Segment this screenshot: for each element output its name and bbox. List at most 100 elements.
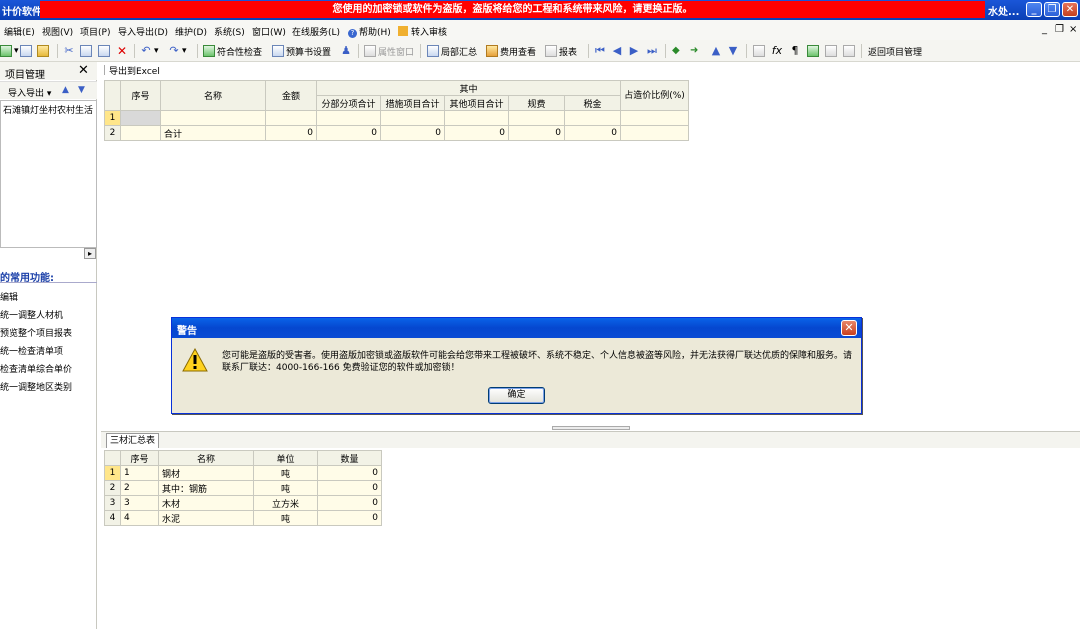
menu-import-export[interactable]: 导入导出(D) [118, 25, 168, 38]
move-down-button[interactable]: ▼ [727, 43, 741, 59]
undo-button[interactable]: ↶ ▾ [140, 43, 158, 59]
calculator-button[interactable] [753, 43, 767, 59]
header-amount[interactable]: 金额 [265, 80, 317, 111]
return-project-mgmt-button[interactable]: 返回项目管理 [868, 43, 922, 59]
cell-name[interactable]: 钢材 [158, 465, 254, 481]
paragraph-button[interactable]: ¶ [789, 43, 803, 59]
header-seq[interactable]: 序号 [120, 450, 159, 466]
cell-measures[interactable] [380, 110, 445, 126]
func-check-unit-price[interactable]: 检查清单综合单价 [0, 362, 72, 375]
cell-seq[interactable]: 3 [120, 495, 159, 511]
table-row[interactable]: 2 2 其中：钢筋 吨 0 [104, 480, 382, 496]
header-seq[interactable]: 序号 [120, 80, 161, 111]
minimize-button[interactable]: _ [1026, 2, 1042, 17]
header-unit[interactable]: 单位 [253, 450, 318, 466]
formula-button[interactable]: fx [771, 43, 785, 59]
mdi-minimize-button[interactable]: _ [1042, 24, 1047, 35]
redo-button[interactable]: ↷ ▾ [168, 43, 186, 59]
header-measures[interactable]: 措施项目合计 [380, 95, 445, 111]
import-export-dropdown[interactable]: 导入导出 ▾ [0, 86, 51, 99]
move-up-icon[interactable]: ▲ [62, 85, 69, 95]
mdi-restore-button[interactable]: ❐ [1055, 24, 1064, 35]
cell-seq[interactable]: 1 [120, 465, 159, 481]
cell-sub-items[interactable] [316, 110, 381, 126]
menu-view[interactable]: 视图(V) [42, 25, 73, 38]
cell-name[interactable]: 合计 [160, 125, 266, 141]
table-row[interactable]: 3 3 木材 立方米 0 [104, 495, 382, 511]
cell-other-items[interactable]: 0 [444, 125, 509, 141]
table-row[interactable]: 4 4 水泥 吨 0 [104, 510, 382, 526]
cell-unit[interactable]: 吨 [253, 465, 318, 481]
cell-fees[interactable] [508, 110, 565, 126]
cell-seq[interactable]: 4 [120, 510, 159, 526]
book-button[interactable] [807, 43, 821, 59]
header-other-items[interactable]: 其他项目合计 [444, 95, 509, 111]
cell-seq[interactable] [120, 110, 161, 126]
tab-materials-summary[interactable]: 三材汇总表 [106, 433, 160, 448]
pane-splitter[interactable] [552, 426, 630, 430]
cell-seq[interactable] [120, 125, 161, 141]
header-fees[interactable]: 规费 [508, 95, 565, 111]
restore-button[interactable]: ❐ [1044, 2, 1060, 17]
open-button[interactable] [37, 43, 51, 59]
move-left-button[interactable]: ◆ [672, 43, 686, 59]
delete-button[interactable]: ✕ [116, 43, 130, 59]
budget-settings-button[interactable]: 预算书设置 [272, 43, 331, 59]
paste-button[interactable] [98, 43, 112, 59]
menu-system[interactable]: 系统(S) [214, 25, 245, 38]
cell-tax[interactable] [564, 110, 621, 126]
list-button[interactable] [843, 43, 857, 59]
property-window-button[interactable]: 属性窗口 [364, 43, 414, 59]
header-qty[interactable]: 数量 [317, 450, 382, 466]
last-button[interactable]: ⏭ [646, 43, 660, 59]
menu-online-service[interactable]: 在线服务(L) [292, 25, 340, 38]
cell-qty[interactable]: 0 [317, 495, 382, 511]
compliance-check-button[interactable]: 符合性检查 [203, 43, 262, 59]
table-row[interactable]: 1 [104, 110, 689, 126]
cell-amount[interactable] [265, 110, 317, 126]
header-ratio[interactable]: 占造价比例(%) [620, 80, 689, 111]
menu-project[interactable]: 项目(P) [80, 25, 110, 38]
cell-unit[interactable]: 立方米 [253, 495, 318, 511]
cell-name[interactable]: 其中：钢筋 [158, 480, 254, 496]
dialog-close-button[interactable]: ✕ [841, 320, 857, 336]
cell-ratio[interactable] [620, 110, 689, 126]
report-button[interactable]: 报表 [545, 43, 577, 59]
save-button[interactable] [20, 43, 34, 59]
cell-measures[interactable]: 0 [380, 125, 445, 141]
cell-name[interactable] [160, 110, 266, 126]
cell-ratio[interactable] [620, 125, 689, 141]
func-adjust-region[interactable]: 统一调整地区类别 [0, 380, 72, 393]
move-right-button[interactable]: ➜ [690, 43, 704, 59]
menu-window[interactable]: 窗口(W) [252, 25, 286, 38]
cell-name[interactable]: 水泥 [158, 510, 254, 526]
func-check-list-items[interactable]: 统一检查清单项 [0, 344, 63, 357]
close-window-button[interactable]: ✕ [1062, 2, 1078, 17]
menu-help[interactable]: ? 帮助(H) [348, 25, 391, 38]
ok-button[interactable]: 确定 [488, 387, 545, 404]
menu-audit[interactable]: 转入审核 [398, 25, 447, 38]
cell-sub-items[interactable]: 0 [316, 125, 381, 141]
header-name[interactable]: 名称 [158, 450, 254, 466]
cell-other-items[interactable] [444, 110, 509, 126]
header-name[interactable]: 名称 [160, 80, 266, 111]
scroll-right-button[interactable]: ▸ [84, 248, 96, 259]
prev-button[interactable]: ◀ [611, 43, 625, 59]
fee-view-button[interactable]: 费用查看 [486, 43, 536, 59]
tree-node-project[interactable]: 石滩镇灯坐村农村生活 [3, 103, 93, 116]
func-preview-reports[interactable]: 预览整个项目报表 [0, 326, 72, 339]
cell-tax[interactable]: 0 [564, 125, 621, 141]
cell-name[interactable]: 木材 [158, 495, 254, 511]
computer-button[interactable] [825, 43, 839, 59]
mdi-close-button[interactable]: × [1069, 24, 1077, 35]
menu-edit[interactable]: 编辑(E) [4, 25, 35, 38]
refresh-button[interactable]: ▾ [0, 43, 19, 59]
first-button[interactable]: ⏮ [594, 43, 608, 59]
menu-maintain[interactable]: 维护(D) [175, 25, 207, 38]
move-up-button[interactable]: ▲ [710, 43, 724, 59]
table-row[interactable]: 2 合计 0 0 0 0 0 0 [104, 125, 689, 141]
next-button[interactable]: ▶ [628, 43, 642, 59]
cell-qty[interactable]: 0 [317, 465, 382, 481]
copy-button[interactable] [80, 43, 94, 59]
person-button[interactable]: ♟ [340, 43, 354, 59]
